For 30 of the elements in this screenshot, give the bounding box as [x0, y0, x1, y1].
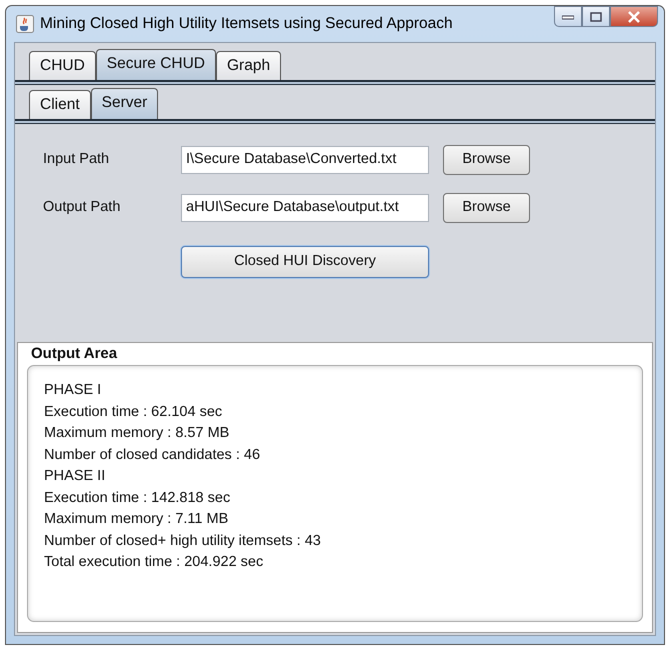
- field-label: Output Path: [43, 198, 122, 218]
- output-line: PHASE II: [44, 467, 106, 486]
- tab[interactable]: Graph: [216, 51, 282, 80]
- output-line: Number of closed candidates : 46: [44, 446, 262, 464]
- path-field[interactable]: I\Secure Database\Converted.txt: [181, 146, 429, 174]
- java-cup-icon: [16, 15, 34, 33]
- minimize-icon: [562, 14, 574, 20]
- close-icon: [627, 10, 641, 22]
- output-line: Maximum memory : 7.11 MB: [44, 510, 230, 529]
- window-title: Mining Closed High Utility Itemsets using Secured Approach: [40, 14, 453, 34]
- tab[interactable]: Secure CHUD: [96, 49, 216, 80]
- output-line: Number of closed+ high utility itemsets : 43: [44, 532, 322, 550]
- output-line: Execution time : 62.104 sec: [44, 402, 224, 422]
- output-line: Maximum memory : 8.57 MB: [44, 424, 230, 443]
- output-line: Total execution time : 204.922 sec: [44, 553, 264, 572]
- path-field[interactable]: aHUI\Secure Database\output.txt: [181, 194, 429, 222]
- field-label: Input Path: [43, 150, 110, 170]
- close-button[interactable]: [610, 6, 658, 27]
- output-line: PHASE I: [44, 381, 102, 400]
- minimize-button[interactable]: [554, 6, 582, 27]
- tab[interactable]: CHUD: [29, 51, 96, 80]
- panel-title: Output Area: [30, 344, 118, 364]
- tab[interactable]: Server: [90, 88, 158, 119]
- output-line: Execution time : 142.818 sec: [44, 488, 232, 508]
- maximize-icon: [590, 12, 602, 22]
- discovery-button[interactable]: Closed HUI Discovery: [181, 246, 429, 278]
- maximize-button[interactable]: [582, 6, 610, 27]
- tab[interactable]: Client: [29, 90, 91, 119]
- browse-button[interactable]: Browse: [443, 193, 530, 223]
- browse-button[interactable]: Browse: [443, 145, 530, 175]
